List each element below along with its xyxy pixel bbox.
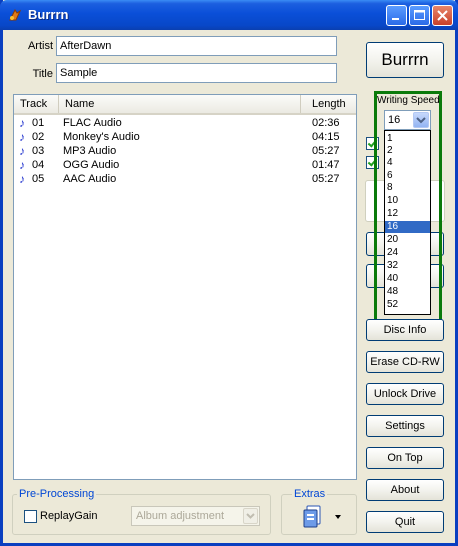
writing-speed-select[interactable]: 16 bbox=[384, 110, 431, 130]
minimize-icon bbox=[392, 18, 399, 20]
track-number: 01 bbox=[32, 117, 45, 129]
extras-title: Extras bbox=[292, 488, 328, 500]
title-bar[interactable]: Burrrn bbox=[0, 0, 458, 30]
close-button[interactable] bbox=[432, 5, 453, 26]
track-name: MP3 Audio bbox=[63, 145, 117, 157]
minimize-button[interactable] bbox=[386, 5, 407, 26]
track-name: OGG Audio bbox=[63, 159, 120, 171]
writing-speed-options[interactable]: 1 2 4 6 8 10 12 16 20 24 32 40 48 52 bbox=[384, 130, 431, 315]
speed-option[interactable]: 20 bbox=[385, 234, 430, 246]
speed-option[interactable]: 40 bbox=[385, 273, 430, 285]
music-note-icon: ♪ bbox=[19, 116, 25, 130]
speed-option[interactable]: 48 bbox=[385, 286, 430, 298]
window-title: Burrrn bbox=[28, 7, 69, 22]
speed-option[interactable]: 6 bbox=[385, 170, 430, 182]
table-row[interactable]: ♪ 02 Monkey's Audio 04:15 bbox=[14, 130, 356, 144]
app-icon bbox=[9, 9, 22, 21]
erase-cdrw-button[interactable]: Erase CD-RW bbox=[366, 351, 444, 373]
table-row[interactable]: ♪ 04 OGG Audio 01:47 bbox=[14, 158, 356, 172]
track-length: 04:15 bbox=[312, 131, 340, 143]
track-list[interactable]: Track Name Length ♪ 01 FLAC Audio 02:36 … bbox=[13, 94, 357, 480]
track-name: FLAC Audio bbox=[63, 117, 122, 129]
column-length[interactable]: Length bbox=[301, 95, 356, 113]
replaygain-checkbox[interactable] bbox=[24, 510, 37, 523]
speed-option[interactable]: 52 bbox=[385, 299, 430, 311]
track-name: Monkey's Audio bbox=[63, 131, 140, 143]
column-track[interactable]: Track bbox=[14, 95, 59, 113]
burn-button[interactable]: Burrrn bbox=[366, 42, 444, 78]
close-icon bbox=[437, 10, 448, 21]
speed-option[interactable]: 24 bbox=[385, 247, 430, 259]
replaygain-mode-select[interactable]: Album adjustment bbox=[131, 506, 260, 526]
title-input[interactable]: Sample bbox=[56, 63, 337, 83]
table-row[interactable]: ♪ 03 MP3 Audio 05:27 bbox=[14, 144, 356, 158]
speed-option[interactable]: 12 bbox=[385, 208, 430, 220]
dropdown-arrow-icon[interactable] bbox=[413, 112, 429, 128]
table-row[interactable]: ♪ 05 AAC Audio 05:27 bbox=[14, 172, 356, 186]
artist-input[interactable]: AfterDawn bbox=[56, 36, 337, 56]
music-note-icon: ♪ bbox=[19, 158, 25, 172]
speed-option[interactable]: 32 bbox=[385, 260, 430, 272]
on-top-button[interactable]: On Top bbox=[366, 447, 444, 469]
app-window: Burrrn Artist AfterDawn Title Sample Tra… bbox=[0, 0, 458, 546]
track-number: 02 bbox=[32, 131, 45, 143]
music-note-icon: ♪ bbox=[19, 144, 25, 158]
settings-button[interactable]: Settings bbox=[366, 415, 444, 437]
replaygain-mode-value: Album adjustment bbox=[136, 510, 225, 522]
speed-option[interactable]: 4 bbox=[385, 157, 430, 169]
writing-speed-value: 16 bbox=[388, 114, 401, 126]
track-number: 05 bbox=[32, 173, 45, 185]
track-length: 05:27 bbox=[312, 145, 340, 157]
preprocessing-title: Pre-Processing bbox=[17, 488, 97, 500]
music-note-icon: ♪ bbox=[19, 172, 25, 186]
track-length: 05:27 bbox=[312, 173, 340, 185]
track-length: 02:36 bbox=[312, 117, 340, 129]
speed-option[interactable]: 1 bbox=[385, 133, 430, 145]
maximize-icon bbox=[414, 10, 425, 20]
track-length: 01:47 bbox=[312, 159, 340, 171]
speed-option[interactable]: 8 bbox=[385, 182, 430, 194]
replaygain-label: ReplayGain bbox=[40, 510, 98, 522]
title-label: Title bbox=[32, 68, 53, 80]
extras-button[interactable] bbox=[299, 502, 351, 530]
unlock-drive-button[interactable]: Unlock Drive bbox=[366, 383, 444, 405]
speed-option[interactable]: 2 bbox=[385, 145, 430, 157]
track-number: 03 bbox=[32, 145, 45, 157]
artist-label: Artist bbox=[27, 40, 53, 52]
writing-speed-label: Writing Speed bbox=[377, 95, 440, 106]
music-note-icon: ♪ bbox=[19, 130, 25, 144]
track-number: 04 bbox=[32, 159, 45, 171]
speed-option-selected[interactable]: 16 bbox=[385, 221, 430, 233]
about-button[interactable]: About bbox=[366, 479, 444, 501]
track-list-header: Track Name Length bbox=[14, 95, 356, 115]
dropdown-arrow-icon[interactable] bbox=[243, 508, 258, 524]
extras-icon bbox=[303, 505, 341, 528]
track-name: AAC Audio bbox=[63, 173, 117, 185]
table-row[interactable]: ♪ 01 FLAC Audio 02:36 bbox=[14, 116, 356, 130]
column-name[interactable]: Name bbox=[59, 95, 301, 113]
speed-option[interactable]: 10 bbox=[385, 195, 430, 207]
maximize-button[interactable] bbox=[409, 5, 430, 26]
quit-button[interactable]: Quit bbox=[366, 511, 444, 533]
disc-info-button[interactable]: Disc Info bbox=[366, 319, 444, 341]
